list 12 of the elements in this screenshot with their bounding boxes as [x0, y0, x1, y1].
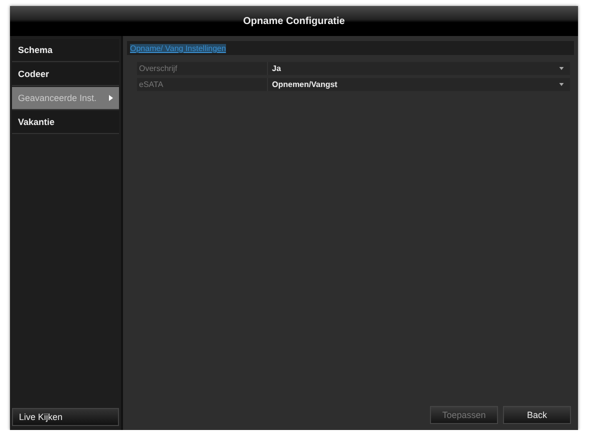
- setting-label: Overschrijf: [137, 62, 268, 75]
- caret-icon: [559, 67, 564, 70]
- caret-icon: [559, 83, 564, 86]
- live-view-button[interactable]: Live Kijken: [12, 408, 119, 426]
- sidebar-item[interactable]: Codeer: [12, 63, 119, 86]
- back-button[interactable]: Back: [503, 406, 571, 424]
- sidebar-item[interactable]: Vakantie: [12, 111, 119, 134]
- setting-label: eSATA: [137, 78, 268, 91]
- sidebar-item[interactable]: Schema: [12, 39, 119, 62]
- dropdown[interactable]: Ja: [268, 62, 570, 75]
- window-title: Opname Configuratie: [243, 16, 345, 26]
- dropdown[interactable]: Opnemen/Vangst: [268, 78, 570, 91]
